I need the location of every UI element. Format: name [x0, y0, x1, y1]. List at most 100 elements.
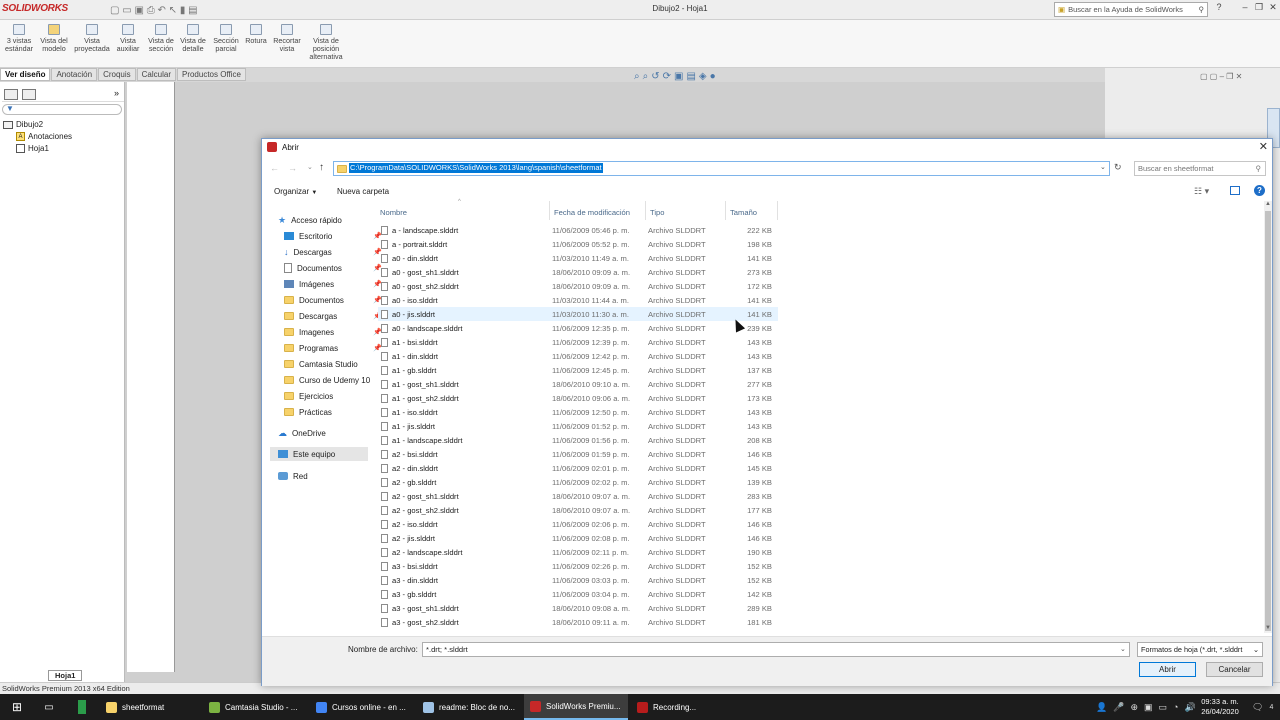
file-row[interactable]: a0 - landscape.slddrt 11/06/2009 12:35 p.…: [378, 321, 778, 335]
forward-arrow-icon[interactable]: →: [288, 163, 297, 173]
taskbar-item[interactable]: readme: Bloc de no...: [417, 694, 521, 720]
file-row[interactable]: a1 - gost_sh1.slddrt 18/06/2010 09:10 a. …: [378, 377, 778, 391]
nav-item-programs[interactable]: Programas 📌: [284, 341, 382, 355]
nav-item-exercises[interactable]: Ejercicios: [284, 389, 382, 403]
nav-item-practices[interactable]: Prácticas: [284, 405, 382, 419]
new-folder-button[interactable]: Nueva carpeta: [337, 187, 389, 196]
file-row[interactable]: a2 - iso.slddrt 11/06/2009 02:06 p. m. Arc…: [378, 517, 778, 531]
nav-item-images[interactable]: Imagenes 📌: [284, 325, 382, 339]
view-options-icon[interactable]: ☷ ▾: [1194, 186, 1209, 197]
crop-view-button[interactable]: Recortar vista: [272, 24, 302, 66]
model-view-button[interactable]: Vista del modelo: [38, 24, 70, 66]
scroll-down-icon[interactable]: ▼: [1265, 625, 1271, 631]
column-header-modified[interactable]: Fecha de modificación: [554, 206, 630, 220]
nav-this-pc[interactable]: Este equipo: [270, 447, 368, 461]
help-icon[interactable]: ?: [1254, 185, 1265, 196]
file-row[interactable]: a0 - gost_sh1.slddrt 18/06/2010 09:09 a. …: [378, 265, 778, 279]
tab-evaluate[interactable]: Calcular: [136, 68, 176, 81]
file-row[interactable]: a2 - gost_sh1.slddrt 18/06/2010 09:07 a. …: [378, 489, 778, 503]
tab-annotation[interactable]: Anotación: [51, 68, 98, 81]
auxiliary-view-button[interactable]: Vista auxiliar: [114, 24, 142, 66]
nav-item-desktop[interactable]: Escritorio 📌: [284, 229, 382, 243]
nav-item-documents[interactable]: Documentos 📌: [284, 261, 382, 275]
column-divider[interactable]: [549, 201, 550, 220]
display-style-icon[interactable]: ▣: [674, 71, 683, 82]
filename-dropdown-icon[interactable]: ⌄: [1120, 645, 1126, 653]
broken-out-section-button[interactable]: Sección parcial: [211, 24, 241, 66]
taskbar-item[interactable]: SolidWorks Premiu...: [524, 694, 628, 720]
scroll-up-icon[interactable]: ▲: [1265, 201, 1271, 207]
zoom-to-area-icon[interactable]: ⌕: [643, 71, 649, 82]
address-path-text[interactable]: C:\ProgramData\SOLIDWORKS\SolidWorks 201…: [349, 163, 603, 173]
start-button[interactable]: ⊞: [0, 694, 34, 720]
standard-3-view-button[interactable]: 3 vistas estándar: [4, 24, 34, 66]
tree-item-annotations[interactable]: A Anotaciones: [16, 132, 72, 141]
address-dropdown-icon[interactable]: ⌄: [1100, 163, 1106, 171]
alternate-position-view-button[interactable]: Vista de posición alternativa: [306, 24, 346, 66]
file-row[interactable]: a1 - bsi.slddrt 11/06/2009 12:39 p. m. Arc…: [378, 335, 778, 349]
help-search-input[interactable]: ▣ Buscar en la Ayuda de SolidWorks ⚲: [1054, 2, 1208, 17]
undo-icon[interactable]: ↶: [157, 5, 165, 16]
restore-icon[interactable]: ❐: [1252, 2, 1266, 16]
file-row[interactable]: a3 - gost_sh1.slddrt 18/06/2010 09:08 a. …: [378, 601, 778, 615]
file-row[interactable]: a2 - landscape.slddrt 11/06/2009 02:11 p.…: [378, 545, 778, 559]
edit-appearance-icon[interactable]: ◈: [699, 71, 707, 82]
select-icon[interactable]: ↖: [169, 5, 177, 16]
taskbar-item[interactable]: Cursos online - en ...: [310, 694, 414, 720]
nav-item-downloads[interactable]: ↓ Descargas 📌: [284, 245, 382, 259]
file-row[interactable]: a2 - din.slddrt 11/06/2009 02:01 p. m. Arc…: [378, 461, 778, 475]
mic-icon[interactable]: 🎤: [1113, 702, 1124, 713]
detail-view-button[interactable]: Vista de detalle: [178, 24, 208, 66]
column-header-size[interactable]: Tamaño: [730, 206, 757, 220]
file-row[interactable]: a2 - gost_sh2.slddrt 18/06/2010 09:07 a. …: [378, 503, 778, 517]
column-header-type[interactable]: Tipo: [650, 206, 665, 220]
expand-panel-icon[interactable]: »: [114, 88, 119, 98]
options-icon[interactable]: ▤: [188, 5, 197, 16]
previous-view-icon[interactable]: ↺: [651, 71, 659, 82]
tab-office-products[interactable]: Productos Office: [176, 68, 246, 81]
file-row[interactable]: a1 - din.slddrt 11/06/2009 12:42 p. m. Arc…: [378, 349, 778, 363]
nav-network[interactable]: Red: [278, 469, 376, 483]
wifi-icon[interactable]: ◔: [1173, 702, 1178, 712]
nav-item-downloads-2[interactable]: Descargas📌: [284, 309, 382, 323]
filetype-select[interactable]: Formatos de hoja (*.drt, *.slddrt ⌄: [1137, 642, 1263, 657]
save-icon[interactable]: ▣: [134, 5, 143, 16]
break-button[interactable]: Rotura: [243, 24, 269, 66]
column-divider[interactable]: [725, 201, 726, 220]
taskbar-item[interactable]: Recording...: [631, 694, 731, 720]
file-row[interactable]: a3 - din.slddrt 11/06/2009 03:03 p. m. Arc…: [378, 573, 778, 587]
close-icon[interactable]: ✕: [1266, 2, 1280, 16]
open-button[interactable]: Abrir: [1139, 662, 1196, 677]
tree-root-drawing[interactable]: Dibujo2: [3, 120, 43, 129]
column-header-name[interactable]: Nombre: [380, 206, 407, 220]
viewport-controls-icon[interactable]: ▢ ▢ – ❐ ✕: [1200, 72, 1242, 81]
nav-onedrive[interactable]: ☁ OneDrive: [278, 426, 376, 440]
feature-tree-tab-icon[interactable]: [4, 89, 18, 100]
file-row[interactable]: a1 - gb.slddrt 11/06/2009 12:45 p. m. Arch…: [378, 363, 778, 377]
hide-show-icon[interactable]: ▤: [686, 71, 695, 82]
column-divider[interactable]: [645, 201, 646, 220]
property-tab-icon[interactable]: [22, 89, 36, 100]
file-row[interactable]: a0 - iso.slddrt 11/03/2010 11:44 a. m. Arc…: [378, 293, 778, 307]
file-row[interactable]: a0 - gost_sh2.slddrt 18/06/2010 09:09 a. …: [378, 279, 778, 293]
cancel-button[interactable]: Cancelar: [1206, 662, 1263, 677]
scene-icon[interactable]: ●: [710, 71, 716, 82]
file-row[interactable]: a3 - gost_sh2.slddrt 18/06/2010 09:11 a. …: [378, 615, 778, 629]
organize-button[interactable]: Organizar ▼: [274, 187, 317, 196]
up-folder-icon[interactable]: ↑: [319, 162, 324, 173]
tab-sketch[interactable]: Croquis: [98, 68, 136, 81]
task-view-button[interactable]: ▭: [36, 694, 62, 720]
folder-search-input[interactable]: Buscar en sheetformat ⚲: [1134, 161, 1266, 176]
tray-app-icon[interactable]: ▣: [1144, 702, 1153, 713]
file-row[interactable]: a1 - iso.slddrt 11/06/2009 12:50 p. m. Arc…: [378, 405, 778, 419]
new-document-icon[interactable]: ▢: [110, 5, 119, 16]
person-icon[interactable]: 👤: [1096, 702, 1107, 713]
volume-icon[interactable]: 🔊: [1184, 702, 1195, 713]
rebuild-icon[interactable]: ▮: [180, 5, 186, 16]
projected-view-button[interactable]: Vista proyectada: [72, 24, 112, 66]
print-icon[interactable]: ⎙: [147, 5, 155, 16]
file-row[interactable]: a0 - jis.slddrt 11/03/2010 11:30 a. m. Arc…: [378, 307, 778, 321]
nav-item-pictures[interactable]: Imágenes 📌: [284, 277, 382, 291]
pinned-app-button[interactable]: [68, 694, 96, 720]
tree-item-sheet[interactable]: Hoja1: [16, 144, 49, 153]
